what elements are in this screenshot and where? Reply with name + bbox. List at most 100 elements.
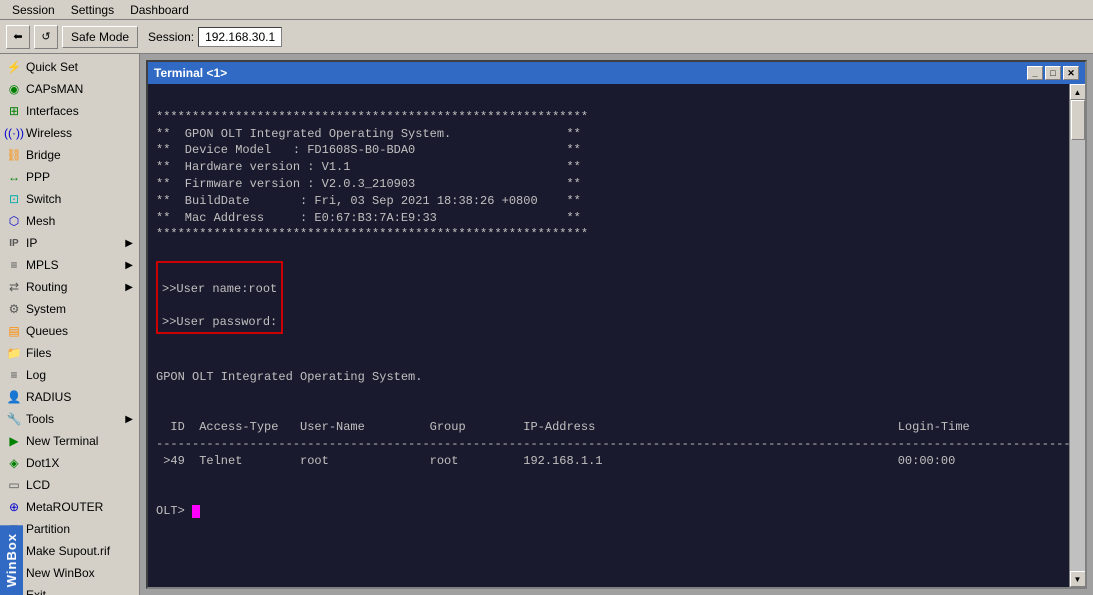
terminal-line-separator: ----------------------------------------… xyxy=(156,437,1069,451)
system-icon: ⚙ xyxy=(6,301,22,317)
session-label: Session: xyxy=(148,30,194,44)
sidebar-label-tools: Tools xyxy=(26,412,54,426)
sidebar-item-ppp[interactable]: ↔ PPP xyxy=(0,166,139,188)
sidebar-item-files[interactable]: 📁 Files xyxy=(0,342,139,364)
menu-dashboard[interactable]: Dashboard xyxy=(122,1,197,19)
terminal-restore-button[interactable]: □ xyxy=(1045,66,1061,80)
sidebar-item-capsman[interactable]: ◉ CAPsMAN xyxy=(0,78,139,100)
sidebar-item-dot1x[interactable]: ◈ Dot1X xyxy=(0,452,139,474)
sidebar-label-ip: IP xyxy=(26,236,37,250)
terminal-line-hw: ** Hardware version : V1.1 ** xyxy=(156,160,581,174)
mpls-arrow: ▶ xyxy=(125,260,133,271)
terminal-minimize-button[interactable]: _ xyxy=(1027,66,1043,80)
sidebar-item-wireless[interactable]: ((·)) Wireless xyxy=(0,122,139,144)
main-layout: ⚡ Quick Set ◉ CAPsMAN ⊞ Interfaces ((·))… xyxy=(0,54,1093,595)
session-ip: 192.168.30.1 xyxy=(198,27,282,47)
terminal-line-session: >49 Telnet root root 192.168.1.1 00:00:0… xyxy=(156,454,955,468)
sidebar-item-new-terminal[interactable]: ▶ New Terminal xyxy=(0,430,139,452)
content-area: Terminal <1> _ □ ✕ *********************… xyxy=(140,54,1093,595)
routing-arrow: ▶ xyxy=(125,282,133,293)
sidebar-item-mesh[interactable]: ⬡ Mesh xyxy=(0,210,139,232)
sidebar-item-lcd[interactable]: ▭ LCD xyxy=(0,474,139,496)
terminal-window: Terminal <1> _ □ ✕ *********************… xyxy=(146,60,1087,589)
back-button[interactable]: ⬅ xyxy=(6,25,30,49)
sidebar-item-metarouter[interactable]: ⊕ MetaROUTER xyxy=(0,496,139,518)
safe-mode-button[interactable]: Safe Mode xyxy=(62,26,138,48)
lcd-icon: ▭ xyxy=(6,477,22,493)
sidebar-label-quick-set: Quick Set xyxy=(26,60,78,74)
terminal-line-fw: ** Firmware version : V2.0.3_210903 ** xyxy=(156,177,581,191)
terminal-body: ****************************************… xyxy=(148,84,1085,587)
back-icon: ⬅ xyxy=(13,30,22,43)
sidebar-item-bridge[interactable]: ⛓ Bridge xyxy=(0,144,139,166)
sidebar-label-new-terminal: New Terminal xyxy=(26,434,98,448)
sidebar-label-wireless: Wireless xyxy=(26,126,72,140)
winbox-label: WinBox xyxy=(0,525,23,595)
sidebar-label-system: System xyxy=(26,302,66,316)
terminal-line-header: ID Access-Type User-Name Group IP-Addres… xyxy=(156,420,970,434)
sidebar-item-routing[interactable]: ⇄ Routing ▶ xyxy=(0,276,139,298)
refresh-icon: ↺ xyxy=(41,30,50,43)
terminal-line-username: >>User name:root xyxy=(162,282,277,296)
sidebar-label-log: Log xyxy=(26,368,46,382)
switch-icon: ⊡ xyxy=(6,191,22,207)
terminal-line-builddate: ** BuildDate : Fri, 03 Sep 2021 18:38:26… xyxy=(156,194,581,208)
terminal-titlebar: Terminal <1> _ □ ✕ xyxy=(148,62,1085,84)
sidebar-item-quick-set[interactable]: ⚡ Quick Set xyxy=(0,56,139,78)
sidebar-label-mesh: Mesh xyxy=(26,214,55,228)
capsman-icon: ◉ xyxy=(6,81,22,97)
files-icon: 📁 xyxy=(6,345,22,361)
menu-settings[interactable]: Settings xyxy=(63,1,122,19)
refresh-button[interactable]: ↺ xyxy=(34,25,58,49)
sidebar-label-partition: Partition xyxy=(26,522,70,536)
terminal-line-gpon: ** GPON OLT Integrated Operating System.… xyxy=(156,127,581,141)
terminal-line-stars1: ****************************************… xyxy=(156,110,588,124)
ppp-icon: ↔ xyxy=(6,169,22,185)
sidebar-label-files: Files xyxy=(26,346,51,360)
terminal-close-button[interactable]: ✕ xyxy=(1063,66,1079,80)
sidebar-item-system[interactable]: ⚙ System xyxy=(0,298,139,320)
scrollbar-up-button[interactable]: ▲ xyxy=(1070,84,1086,100)
new-terminal-icon: ▶ xyxy=(6,433,22,449)
sidebar-label-routing: Routing xyxy=(26,280,67,294)
menu-bar: Session Settings Dashboard xyxy=(0,0,1093,20)
sidebar-label-exit: Exit xyxy=(26,588,46,595)
terminal-line-mac: ** Mac Address : E0:67:B3:7A:E9:33 ** xyxy=(156,211,581,225)
dot1x-icon: ◈ xyxy=(6,455,22,471)
sidebar-label-bridge: Bridge xyxy=(26,148,61,162)
sidebar-label-make-supout: Make Supout.rif xyxy=(26,544,110,558)
sidebar-item-radius[interactable]: 👤 RADIUS xyxy=(0,386,139,408)
sidebar-item-queues[interactable]: ▤ Queues xyxy=(0,320,139,342)
sidebar-label-mpls: MPLS xyxy=(26,258,59,272)
interfaces-icon: ⊞ xyxy=(6,103,22,119)
ip-icon: IP xyxy=(6,235,22,251)
menu-session[interactable]: Session xyxy=(4,1,63,19)
terminal-line-gpon2: GPON OLT Integrated Operating System. xyxy=(156,370,422,384)
terminal-content[interactable]: ****************************************… xyxy=(148,84,1069,587)
terminal-line-password: >>User password: xyxy=(162,315,277,329)
bridge-icon: ⛓ xyxy=(6,147,22,163)
sidebar-label-queues: Queues xyxy=(26,324,68,338)
sidebar-label-capsman: CAPsMAN xyxy=(26,82,83,96)
scrollbar-down-button[interactable]: ▼ xyxy=(1070,571,1086,587)
terminal-line-model: ** Device Model : FD1608S-B0-BDA0 ** xyxy=(156,143,581,157)
terminal-line-stars2: ****************************************… xyxy=(156,227,588,241)
sidebar-label-interfaces: Interfaces xyxy=(26,104,79,118)
sidebar-item-interfaces[interactable]: ⊞ Interfaces xyxy=(0,100,139,122)
sidebar-item-mpls[interactable]: ≡ MPLS ▶ xyxy=(0,254,139,276)
sidebar-item-tools[interactable]: 🔧 Tools ▶ xyxy=(0,408,139,430)
toolbar: ⬅ ↺ Safe Mode Session: 192.168.30.1 xyxy=(0,20,1093,54)
terminal-blank1 xyxy=(156,244,163,258)
ip-arrow: ▶ xyxy=(125,238,133,249)
scrollbar-thumb[interactable] xyxy=(1071,100,1085,140)
scrollbar-track[interactable] xyxy=(1070,100,1085,571)
terminal-title-buttons: _ □ ✕ xyxy=(1027,66,1079,80)
sidebar-item-log[interactable]: ≡ Log xyxy=(0,364,139,386)
mpls-icon: ≡ xyxy=(6,257,22,273)
sidebar-label-new-winbox: New WinBox xyxy=(26,566,95,580)
sidebar-item-ip[interactable]: IP IP ▶ xyxy=(0,232,139,254)
terminal-cursor xyxy=(192,505,200,518)
queues-icon: ▤ xyxy=(6,323,22,339)
sidebar-item-switch[interactable]: ⊡ Switch xyxy=(0,188,139,210)
sidebar-label-radius: RADIUS xyxy=(26,390,71,404)
